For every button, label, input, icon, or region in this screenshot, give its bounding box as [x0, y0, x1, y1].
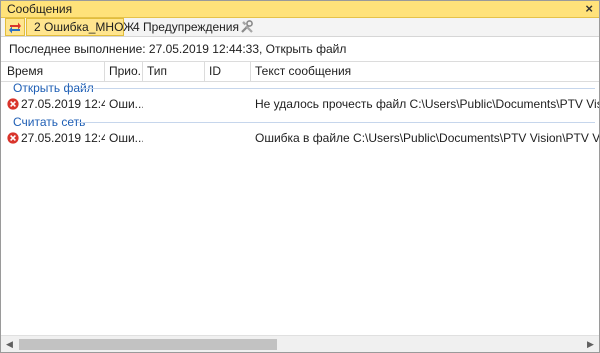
error-icon	[7, 98, 19, 110]
errors-filter-button[interactable]: 2 Ошибка_МНОЖ	[26, 18, 134, 36]
table-header: Время Прио... Тип ID Текст сообщения	[1, 61, 599, 82]
close-button[interactable]: ×	[585, 1, 593, 16]
table-row[interactable]: 27.05.2019 12:44:40 Оши... Не удалось пр…	[1, 95, 599, 113]
group-read-network[interactable]: Считать сеть	[13, 115, 85, 129]
row-priority: Оши...	[109, 131, 143, 145]
column-priority[interactable]: Прио...	[105, 62, 143, 81]
errors-filter-label: 2 Ошибка_МНОЖ	[34, 20, 135, 34]
column-message-text[interactable]: Текст сообщения	[251, 62, 599, 81]
refresh-button[interactable]	[5, 18, 25, 36]
column-id[interactable]: ID	[205, 62, 251, 81]
toolbar: 2 Ошибка_МНОЖ 4 Предупреждения	[1, 18, 599, 37]
row-time: 27.05.2019 12:44:40	[21, 131, 105, 145]
group-divider	[79, 88, 595, 89]
row-priority: Оши...	[109, 97, 143, 111]
scroll-left-icon[interactable]: ◀	[1, 336, 18, 352]
tools-icon	[241, 20, 253, 33]
row-time: 27.05.2019 12:44:40	[21, 97, 105, 111]
messages-window: Сообщения × 2 Ошибка_МНОЖ 4 Предупрежден…	[0, 0, 600, 353]
row-message-text: Не удалось прочесть файл C:\Users\Public…	[255, 97, 599, 111]
scroll-right-icon[interactable]: ▶	[582, 336, 599, 352]
tools-button[interactable]	[239, 18, 255, 36]
title-bar: Сообщения ×	[1, 1, 599, 18]
window-title: Сообщения	[7, 2, 73, 16]
group-divider	[77, 122, 595, 123]
last-run-info: Последнее выполнение: 27.05.2019 12:44:3…	[9, 42, 347, 56]
warnings-filter-label: 4 Предупреждения	[133, 20, 239, 34]
error-icon	[7, 132, 19, 144]
scrollbar-thumb[interactable]	[19, 339, 277, 350]
warnings-filter-button[interactable]: 4 Предупреждения	[127, 18, 239, 36]
refresh-icon	[9, 22, 21, 33]
table-row[interactable]: 27.05.2019 12:44:40 Оши... Ошибка в файл…	[1, 129, 599, 147]
column-type[interactable]: Тип	[143, 62, 205, 81]
column-time[interactable]: Время	[3, 62, 105, 81]
horizontal-scrollbar[interactable]: ◀ ▶	[1, 335, 599, 352]
row-message-text: Ошибка в файле C:\Users\Public\Documents…	[255, 131, 599, 145]
